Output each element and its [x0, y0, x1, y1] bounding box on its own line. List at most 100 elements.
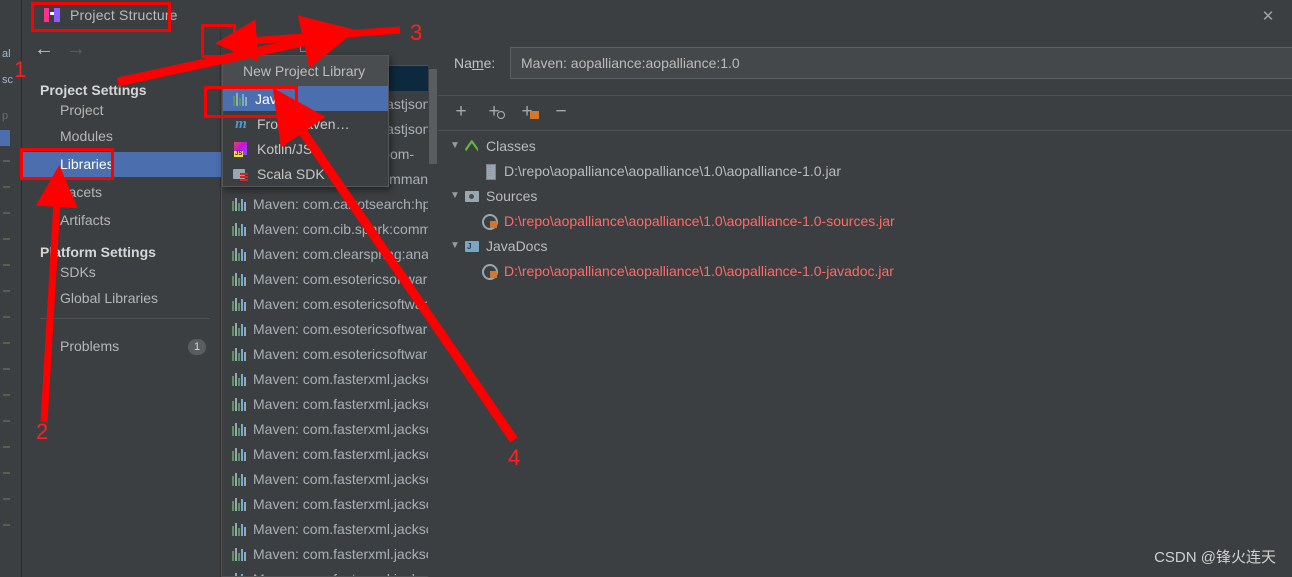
library-list-item-label: Maven: com.esotericsoftware: [253, 270, 436, 287]
libraries-scrollbar-track[interactable]: [428, 65, 438, 577]
chevron-down-icon[interactable]: ▼: [446, 190, 464, 201]
popup-item-kotlin-js[interactable]: Kotlin/JS: [223, 136, 388, 161]
sidebar-item-libraries[interactable]: Libraries: [22, 152, 221, 177]
sources-folder-icon: [464, 188, 480, 204]
screenshot-root: al sc p Project Structure ✕ ← → Project …: [0, 0, 1292, 577]
library-list-item[interactable]: Maven: com.esotericsoftware: [222, 266, 438, 291]
library-list-item-label: Maven: com.clearspring:anal: [253, 245, 432, 262]
popup-item-java-label: Java: [255, 90, 285, 107]
java-library-icon: [232, 447, 246, 461]
add-url-root-button[interactable]: +: [483, 102, 505, 122]
library-list-item-label: Maven: com.esotericsoftware: [253, 320, 436, 337]
library-list-item[interactable]: Maven: com.fasterxml.jackso: [222, 466, 438, 491]
library-list-item[interactable]: Maven: com.fasterxml.jackso: [222, 441, 438, 466]
add-root-button[interactable]: +: [450, 102, 472, 122]
maven-icon: m: [235, 115, 247, 132]
section-project-settings: Project Settings: [40, 82, 147, 98]
chevron-down-icon[interactable]: ▼: [446, 140, 464, 151]
popup-item-scala-sdk[interactable]: Scala SDK: [223, 161, 388, 186]
name-label: Name:: [454, 55, 496, 71]
library-list-item[interactable]: Maven: com.fasterxml.jackso: [222, 541, 438, 566]
library-list-item[interactable]: Maven: com.fasterxml.jackso: [222, 491, 438, 516]
tree-leaf-row[interactable]: D:\repo\aopalliance\aopalliance\1.0\aopa…: [482, 258, 894, 283]
library-list-item[interactable]: Maven: com.fasterxml.jackso: [222, 566, 438, 576]
tree-row-label: D:\repo\aopalliance\aopalliance\1.0\aopa…: [504, 262, 894, 279]
library-list-item-label: Maven: com.carrotsearch:hp: [253, 195, 431, 212]
bg-fragment-0: al: [2, 48, 11, 60]
close-icon[interactable]: ✕: [1254, 8, 1282, 26]
back-arrow-icon[interactable]: ←: [34, 39, 54, 59]
library-list-item-label: Maven: com.fasterxml.jackso: [253, 445, 434, 462]
chevron-down-icon[interactable]: ▼: [446, 240, 464, 251]
forward-arrow-icon: →: [66, 38, 86, 60]
library-list-item[interactable]: Maven: com.fasterxml.jackso: [222, 391, 438, 416]
library-list-item[interactable]: Maven: com.esotericsoftware: [222, 316, 438, 341]
sidebar-divider: [40, 318, 210, 319]
popup-item-from-maven-label: From Maven…: [257, 115, 350, 132]
library-list-item-label: Maven: com.esotericsoftware: [253, 345, 436, 362]
library-list-item[interactable]: Maven: com.fasterxml.jackso: [222, 416, 438, 441]
library-list-item[interactable]: Maven: com.clearspring:anal: [222, 241, 438, 266]
java-library-icon: [232, 222, 246, 236]
library-list-item-label: Maven: com.fasterxml.jackso: [253, 420, 434, 437]
tree-row-label: JavaDocs: [486, 237, 548, 254]
url-icon: [482, 213, 498, 230]
java-library-icon: [232, 247, 246, 261]
library-list-item-label: Maven: com.fasterxml.jackso: [253, 395, 434, 412]
libraries-scrollbar-thumb[interactable]: [429, 69, 437, 164]
library-name-input[interactable]: Maven: aopalliance:aopalliance:1.0: [510, 47, 1292, 79]
library-list-item-label: Maven: com.fasterxml.jackso: [253, 520, 434, 537]
java-library-icon: [232, 197, 246, 211]
library-list-item-label: Maven: com.esotericsoftware: [253, 295, 436, 312]
bg-fragment-2: p: [2, 110, 9, 122]
add-dir-root-button[interactable]: +: [516, 102, 539, 122]
java-library-icon: [232, 422, 246, 436]
library-list-item[interactable]: Maven: com.fasterxml.jackso: [222, 516, 438, 541]
detail-divider-bottom: [438, 130, 1292, 131]
library-list-item[interactable]: Maven: com.fasterxml.jackso: [222, 366, 438, 391]
tree-row-label: Sources: [486, 187, 538, 204]
java-library-icon: [232, 297, 246, 311]
library-list-item[interactable]: Maven: com.cib.spark:comm: [222, 216, 438, 241]
tree-leaf-row[interactable]: D:\repo\aopalliance\aopalliance\1.0\aopa…: [482, 208, 895, 233]
popup-item-kotlin-js-label: Kotlin/JS: [257, 140, 313, 157]
tree-leaf-row[interactable]: D:\repo\aopalliance\aopalliance\1.0\aopa…: [482, 158, 841, 183]
java-library-icon: [232, 472, 246, 486]
java-library-icon: [232, 372, 246, 386]
popup-item-java[interactable]: Java: [223, 86, 388, 111]
sidebar-item-global-libraries[interactable]: Global Libraries: [22, 286, 221, 311]
java-library-icon: [232, 522, 246, 536]
sidebar-item-artifacts[interactable]: Artifacts: [22, 208, 221, 233]
tree-group-row[interactable]: ▼ JavaDocs: [446, 233, 547, 258]
section-platform-settings: Platform Settings: [40, 244, 156, 260]
tree-group-row[interactable]: ▼ Classes: [446, 133, 536, 158]
remove-root-button[interactable]: −: [550, 102, 572, 122]
java-library-icon: [232, 347, 246, 361]
library-list-item[interactable]: Maven: com.esotericsoftware: [222, 291, 438, 316]
java-library-icon: [232, 397, 246, 411]
library-list-item-label: Maven: com.fasterxml.jackso: [253, 495, 434, 512]
library-list-item[interactable]: Maven: com.carrotsearch:hp: [222, 191, 438, 216]
popup-header: New Project Library: [223, 56, 388, 86]
intellij-idea-icon: [44, 7, 60, 23]
classes-icon: [464, 138, 480, 154]
java-library-icon: [232, 572, 246, 576]
background-ide-strip: al sc p: [0, 0, 22, 577]
sidebar-item-project[interactable]: Project: [22, 98, 221, 123]
java-library-icon: [233, 92, 247, 106]
bg-fragment-1: sc: [2, 74, 13, 86]
library-list-item-label: Maven: com.fasterxml.jackso: [253, 470, 434, 487]
dialog-title: Project Structure: [70, 7, 178, 23]
popup-item-scala-sdk-label: Scala SDK: [257, 165, 325, 182]
library-list-item[interactable]: Maven: com.esotericsoftware: [222, 341, 438, 366]
java-library-icon: [232, 547, 246, 561]
project-structure-dialog: Project Structure ✕ ← → Project Settings…: [22, 0, 1292, 577]
library-list-item-label: Maven: com.cib.spark:comm: [253, 220, 432, 237]
tree-group-row[interactable]: ▼ Sources: [446, 183, 537, 208]
java-library-icon: [232, 497, 246, 511]
popup-item-from-maven[interactable]: m From Maven…: [223, 111, 388, 136]
sidebar-item-modules[interactable]: Modules: [22, 124, 221, 149]
sidebar-item-sdks[interactable]: SDKs: [22, 260, 221, 285]
sidebar-item-facets[interactable]: Facets: [22, 180, 221, 205]
jar-file-icon: [482, 163, 498, 180]
